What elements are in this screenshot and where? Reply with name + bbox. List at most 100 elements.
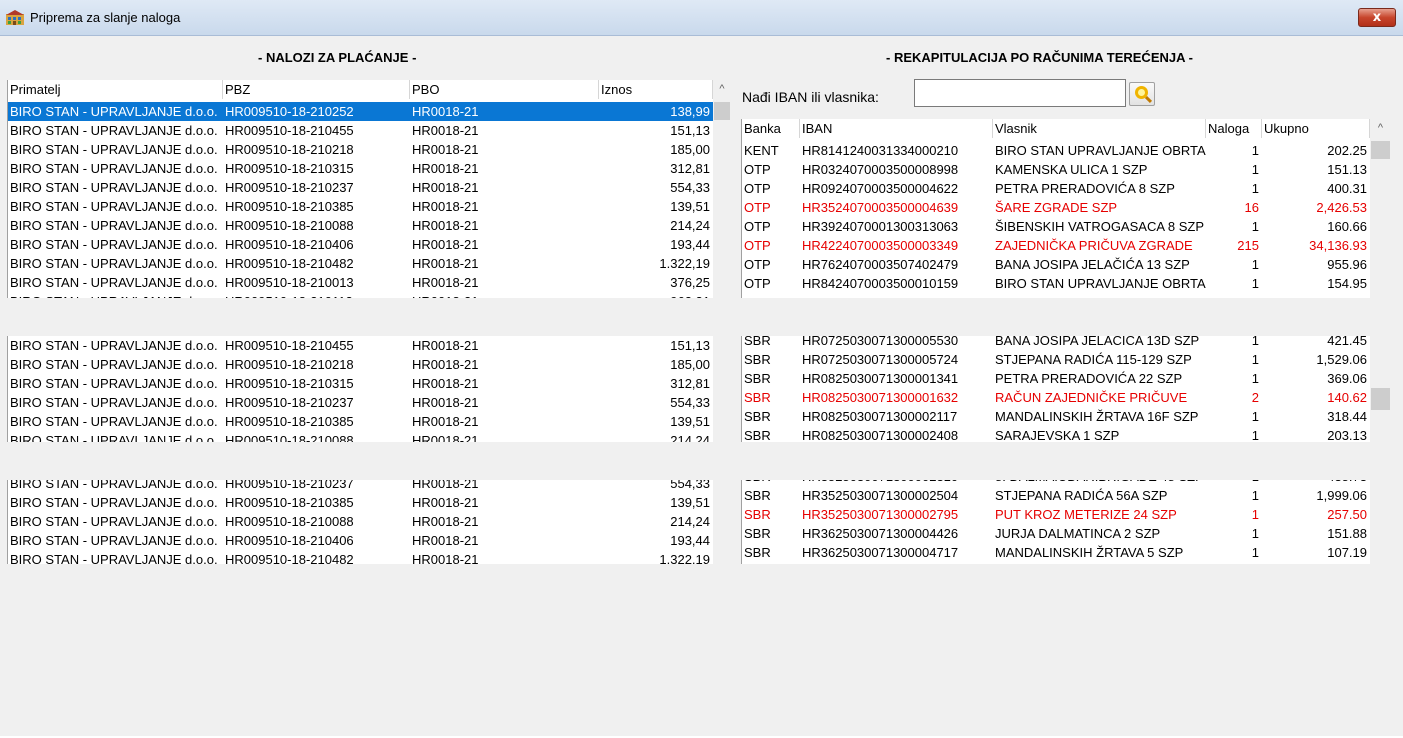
summary-scrollbar[interactable] xyxy=(1370,336,1391,442)
order-cell: BIRO STAN - UPRAVLJANJE d.o.o. xyxy=(10,414,218,429)
account-row[interactable]: OTP HR0924070003500004622 PETRA PRERADOVIĆ… xyxy=(742,179,1370,198)
account-cell: BANA JOSIPA JELAČIĆA 13 SZP xyxy=(995,257,1190,272)
account-cell: RAČUN ZAJEDNIČKE PRIČUVE xyxy=(995,390,1188,405)
account-row[interactable]: SBR HR0825030071300001632 RAČUN ZAJEDNIČKE… xyxy=(742,388,1370,407)
scroll-thumb[interactable] xyxy=(1371,388,1390,410)
order-cell: HR009510-18-210013 xyxy=(225,275,354,290)
orders-scrollbar[interactable] xyxy=(713,336,731,442)
account-cell: OTP xyxy=(744,200,771,215)
close-button[interactable]: x xyxy=(1358,8,1396,27)
account-row[interactable]: SBR HR0725030071300005724 STJEPANA RADIĆA … xyxy=(742,350,1370,369)
order-row[interactable]: BIRO STAN - UPRAVLJANJE d.o.o.HR009510-1… xyxy=(8,292,713,298)
orders-table-band: BIRO STAN - UPRAVLJANJE d.o.o. HR009510-1… xyxy=(7,336,731,442)
column-header[interactable]: Primatelj xyxy=(8,80,223,99)
account-row[interactable]: SBR HR0825030071300002117 MANDALINSKIH ŽRT… xyxy=(742,407,1370,426)
account-cell: ŠARE ZGRADE SZP xyxy=(995,200,1118,215)
account-row[interactable]: SBR HR3525030071300002504 STJEPANA RADIĆA … xyxy=(742,486,1370,505)
column-header[interactable]: Banka xyxy=(742,119,800,138)
order-row[interactable]: BIRO STAN - UPRAVLJANJE d.o.o.HR009510-1… xyxy=(8,480,713,493)
order-row[interactable]: BIRO STAN - UPRAVLJANJE d.o.o.HR009510-1… xyxy=(8,550,713,564)
order-row-selected[interactable]: BIRO STAN - UPRAVLJANJE d.o.o. HR009510-1… xyxy=(8,102,713,121)
column-header[interactable]: IBAN xyxy=(800,119,993,138)
account-cell: OTP xyxy=(744,181,771,196)
column-header[interactable]: PBO xyxy=(410,80,599,99)
order-row[interactable]: BIRO STAN - UPRAVLJANJE d.o.o.HR009510-1… xyxy=(8,393,713,412)
order-cell: HR009510-18-210482 xyxy=(225,256,354,271)
order-row[interactable]: BIRO STAN - UPRAVLJANJE d.o.o.HR009510-1… xyxy=(8,336,713,355)
account-cell: 140.62 xyxy=(1327,390,1367,405)
order-row[interactable]: BIRO STAN - UPRAVLJANJE d.o.o.HR009510-1… xyxy=(8,197,713,216)
order-row[interactable]: BIRO STAN - UPRAVLJANJE d.o.o.HR009510-1… xyxy=(8,412,713,431)
order-cell: HR009510-18-210252 xyxy=(225,104,354,119)
order-cell: 138,99 xyxy=(670,104,710,119)
order-row[interactable]: BIRO STAN - UPRAVLJANJE d.o.o.HR009510-1… xyxy=(8,512,713,531)
account-cell: HR3525030071300002504 xyxy=(802,488,959,503)
order-row[interactable]: BIRO STAN - UPRAVLJANJE d.o.o.HR009510-1… xyxy=(8,531,713,550)
column-header[interactable]: Vlasnik xyxy=(993,119,1206,138)
account-row[interactable]: OTPHR9924070001300313750TRG ANDRIJE HEBR… xyxy=(742,293,1370,298)
orders-scrollbar[interactable] xyxy=(713,480,731,564)
order-row[interactable]: BIRO STAN - UPRAVLJANJE d.o.o.HR009510-1… xyxy=(8,374,713,393)
scroll-up-icon[interactable]: ^ xyxy=(1370,119,1391,136)
scroll-thumb[interactable] xyxy=(1371,141,1390,159)
account-row[interactable]: OTP HR0324070003500008998 KAMENSKA ULICA 1… xyxy=(742,160,1370,179)
account-row[interactable]: SBR HR0825030071300002408 SARAJEVSKA 1 SZP… xyxy=(742,426,1370,442)
order-row[interactable]: BIRO STAN - UPRAVLJANJE d.o.o.HR009510-1… xyxy=(8,216,713,235)
order-row[interactable]: BIRO STAN - UPRAVLJANJE d.o.o.HR009510-1… xyxy=(8,178,713,197)
account-row[interactable]: SBR HR0825030071300001341 PETRA PRERADOVIĆ… xyxy=(742,369,1370,388)
order-row[interactable]: BIRO STAN - UPRAVLJANJE d.o.o.HR009510-1… xyxy=(8,355,713,374)
order-cell: 151,13 xyxy=(670,123,710,138)
account-row[interactable]: OTP HR4224070003500003349 ZAJEDNIČKA PRIČU… xyxy=(742,236,1370,255)
title-bar[interactable]: Priprema za slanje naloga x xyxy=(0,0,1403,36)
column-header[interactable]: Naloga xyxy=(1206,119,1262,138)
order-cell: HR009510-18-210455 xyxy=(225,123,354,138)
account-cell: 421.45 xyxy=(1327,336,1367,348)
order-row[interactable]: BIRO STAN - UPRAVLJANJE d.o.o.HR009510-1… xyxy=(8,159,713,178)
account-row[interactable]: SBR HR3525030071300002795 PUT KROZ METERIZ… xyxy=(742,505,1370,524)
account-cell: BIRO STAN UPRAVLJANJE OBRTA xyxy=(995,143,1206,158)
order-cell: 139,51 xyxy=(670,495,710,510)
order-row[interactable]: BIRO STAN - UPRAVLJANJE d.o.o.HR009510-1… xyxy=(8,140,713,159)
search-input[interactable] xyxy=(914,79,1126,107)
scroll-thumb[interactable] xyxy=(714,102,730,120)
order-row[interactable]: BIRO STAN - UPRAVLJANJE d.o.o.HR009510-1… xyxy=(8,235,713,254)
order-row[interactable]: BIRO STAN - UPRAVLJANJE d.o.o.HR009510-1… xyxy=(8,121,713,140)
search-button[interactable] xyxy=(1129,82,1155,106)
account-row[interactable]: OTP HR3924070001300313063 ŠIBENSKIH VATROG… xyxy=(742,217,1370,236)
account-row[interactable]: KENT HR8141240031334000210 BIRO STAN UPRAV… xyxy=(742,141,1370,160)
order-cell: HR0018-21 xyxy=(412,414,479,429)
account-row[interactable]: OTP HR7624070003507402479 BANA JOSIPA JELA… xyxy=(742,255,1370,274)
order-cell: HR009510-18-210237 xyxy=(225,480,354,491)
order-cell: 185,00 xyxy=(670,357,710,372)
summary-scrollbar[interactable]: ^ xyxy=(1370,119,1391,298)
account-cell: OTP xyxy=(744,238,771,253)
account-cell: SBR xyxy=(744,488,771,503)
order-row[interactable]: BIRO STAN - UPRAVLJANJE d.o.o.HR009510-1… xyxy=(8,493,713,512)
account-row[interactable]: SBR HR3625030071300004426 JURJA DALMATINCA… xyxy=(742,524,1370,543)
order-cell: HR0018-21 xyxy=(412,237,479,252)
account-cell: 318.44 xyxy=(1327,409,1367,424)
column-header[interactable]: Ukupno xyxy=(1262,119,1370,138)
order-cell: BIRO STAN - UPRAVLJANJE d.o.o. xyxy=(10,433,218,442)
account-cell: 1 xyxy=(1251,428,1259,442)
order-cell: BIRO STAN - UPRAVLJANJE d.o.o. xyxy=(10,199,218,214)
order-row[interactable]: BIRO STAN - UPRAVLJANJE d.o.o.HR009510-1… xyxy=(8,254,713,273)
account-row[interactable]: OTP HR3524070003500004639 ŠARE ZGRADE SZP 1… xyxy=(742,198,1370,217)
order-cell: BIRO STAN - UPRAVLJANJE d.o.o. xyxy=(10,237,218,252)
order-cell: 554,33 xyxy=(670,180,710,195)
account-cell: STJEPANA RADIĆA 115-129 SZP xyxy=(995,352,1192,367)
summary-scrollbar[interactable] xyxy=(1370,480,1391,564)
account-cell: KENT xyxy=(744,143,779,158)
scroll-up-icon[interactable]: ^ xyxy=(713,80,731,97)
account-row[interactable]: OTP HR8424070003500010159 BIRO STAN UPRAVL… xyxy=(742,274,1370,293)
column-header[interactable]: PBZ xyxy=(223,80,410,99)
orders-scrollbar[interactable]: ^ xyxy=(713,80,731,298)
order-cell: HR0018-21 xyxy=(412,514,479,529)
order-row[interactable]: BIRO STAN - UPRAVLJANJE d.o.o.HR009510-1… xyxy=(8,431,713,442)
account-cell: SBR xyxy=(744,526,771,541)
account-row[interactable]: SBR HR0725030071300005530 BANA JOSIPA JELA… xyxy=(742,336,1370,350)
column-header[interactable]: Iznos xyxy=(599,80,713,99)
account-row[interactable]: SBR HR3625030071300004717 MANDALINSKIH ŽRT… xyxy=(742,543,1370,562)
account-cell: PUT KROZ METERIZE 24 SZP xyxy=(995,507,1177,522)
order-row[interactable]: BIRO STAN - UPRAVLJANJE d.o.o.HR009510-1… xyxy=(8,273,713,292)
